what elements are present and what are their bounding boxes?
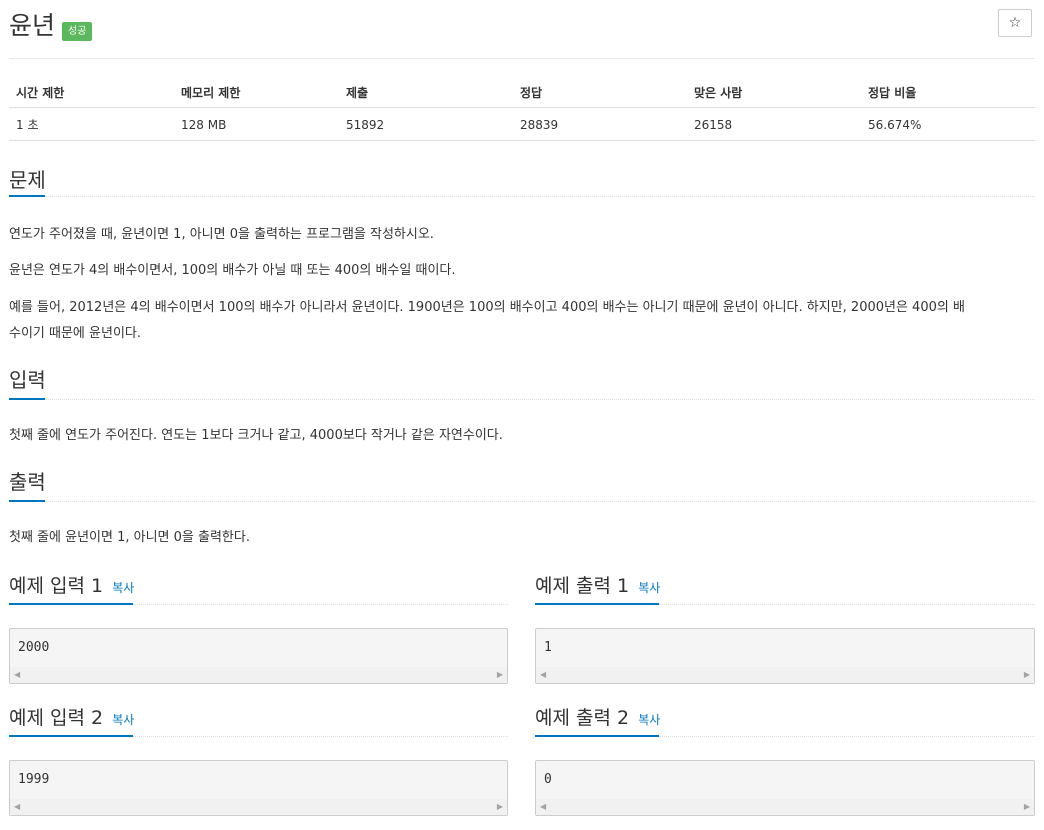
scroll-left-icon[interactable]: ◀ [540, 667, 546, 683]
th-submissions: 제출 [346, 86, 369, 100]
scroll-right-icon[interactable]: ▶ [497, 667, 503, 683]
td-memory-limit: 128 MB [181, 118, 227, 132]
sample-input-1-value: 2000 [18, 640, 50, 655]
sample-input-1-header: 예제 입력 1 복사 [9, 572, 134, 600]
section-divider [659, 736, 1035, 737]
input-section-title: 입력 [9, 368, 46, 392]
sample-output-2-header: 예제 출력 2 복사 [535, 704, 660, 732]
sample-input-2-box[interactable]: 1999 ◀ ▶ [9, 760, 508, 816]
sample-output-1-value: 1 [544, 640, 552, 655]
th-accepted: 정답 [520, 86, 543, 100]
td-solved-users: 26158 [694, 118, 733, 132]
problem-paragraph-2: 윤년은 연도가 4의 배수이면서, 100의 배수가 아닐 때 또는 400의 … [9, 263, 456, 278]
td-submissions: 51892 [346, 118, 385, 132]
sample-output-2-box[interactable]: 0 ◀ ▶ [535, 760, 1035, 816]
sample-output-2-value: 0 [544, 772, 552, 787]
scroll-right-icon[interactable]: ▶ [497, 799, 503, 815]
horizontal-scrollbar[interactable]: ◀ ▶ [536, 799, 1034, 815]
td-accepted: 28839 [520, 118, 559, 132]
th-time-limit: 시간 제한 [16, 86, 65, 100]
section-divider [45, 399, 1035, 400]
td-accept-ratio: 56.674% [868, 118, 922, 132]
output-section-title: 출력 [9, 470, 46, 494]
status-badge: 성공 [62, 22, 93, 41]
th-memory-limit: 메모리 제한 [181, 86, 241, 100]
sample-input-2-underline [9, 735, 133, 737]
problem-title: 윤년 [9, 11, 56, 40]
horizontal-scrollbar[interactable]: ◀ ▶ [10, 799, 507, 815]
copy-sample-input-2-link[interactable]: 복사 [112, 713, 134, 727]
sample-input-2-title: 예제 입력 2 [9, 707, 104, 729]
problem-section-title: 문제 [9, 168, 46, 192]
problem-paragraph-3: 예를 들어, 2012년은 4의 배수이면서 100의 배수가 아니라서 윤년이… [9, 300, 965, 315]
scroll-left-icon[interactable]: ◀ [540, 799, 546, 815]
scroll-right-icon[interactable]: ▶ [1024, 667, 1030, 683]
sample-input-1-underline [9, 603, 133, 605]
scroll-right-icon[interactable]: ▶ [1024, 799, 1030, 815]
scroll-left-icon[interactable]: ◀ [14, 667, 20, 683]
sample-output-1-header: 예제 출력 1 복사 [535, 572, 660, 600]
td-time-limit: 1 초 [16, 118, 39, 132]
star-icon: ☆ [1008, 15, 1022, 31]
section-divider [45, 501, 1035, 502]
input-title-underline [9, 398, 45, 400]
sample-output-2-title: 예제 출력 2 [535, 707, 630, 729]
horizontal-scrollbar[interactable]: ◀ ▶ [536, 667, 1034, 683]
copy-sample-output-1-link[interactable]: 복사 [638, 581, 660, 595]
section-divider [133, 736, 508, 737]
th-accept-ratio: 정답 비율 [868, 86, 917, 100]
header-divider [9, 58, 1035, 59]
copy-sample-input-1-link[interactable]: 복사 [112, 581, 134, 595]
sample-input-2-value: 1999 [18, 772, 50, 787]
sample-output-1-box[interactable]: 1 ◀ ▶ [535, 628, 1035, 684]
section-divider [133, 604, 508, 605]
favorite-button[interactable]: ☆ [998, 9, 1032, 37]
problem-paragraph-1: 연도가 주어졌을 때, 윤년이면 1, 아니면 0을 출력하는 프로그램을 작성… [9, 227, 434, 242]
sample-output-1-title: 예제 출력 1 [535, 575, 630, 597]
output-description: 첫째 줄에 윤년이면 1, 아니면 0을 출력한다. [9, 530, 250, 545]
horizontal-scrollbar[interactable]: ◀ ▶ [10, 667, 507, 683]
section-divider [45, 196, 1035, 197]
copy-sample-output-2-link[interactable]: 복사 [638, 713, 660, 727]
sample-input-1-box[interactable]: 2000 ◀ ▶ [9, 628, 508, 684]
input-description: 첫째 줄에 연도가 주어진다. 연도는 1보다 크거나 같고, 4000보다 작… [9, 428, 503, 443]
sample-input-1-title: 예제 입력 1 [9, 575, 104, 597]
output-title-underline [9, 500, 45, 502]
sample-input-2-header: 예제 입력 2 복사 [9, 704, 134, 732]
problem-paragraph-3-cont: 수이기 때문에 윤년이다. [9, 326, 141, 341]
section-divider [659, 604, 1035, 605]
sample-output-2-underline [535, 735, 659, 737]
problem-title-underline [9, 195, 45, 197]
th-solved-users: 맞은 사람 [694, 86, 743, 100]
sample-output-1-underline [535, 603, 659, 605]
table-bottom-line [9, 140, 1035, 141]
table-header-line [9, 107, 1035, 108]
scroll-left-icon[interactable]: ◀ [14, 799, 20, 815]
